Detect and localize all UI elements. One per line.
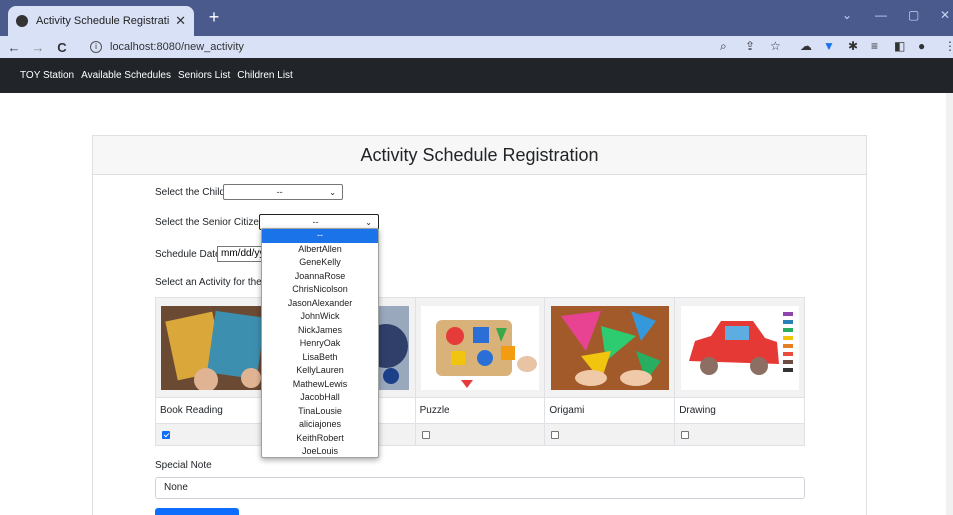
site-info-icon[interactable]: i bbox=[90, 41, 102, 53]
special-note-input[interactable]: None bbox=[155, 477, 805, 499]
zoom-icon[interactable]: ⌕ bbox=[720, 39, 727, 54]
senior-option[interactable]: LisaBeth bbox=[262, 351, 378, 365]
activity-checkbox[interactable] bbox=[421, 430, 430, 439]
activity-name-row: Book Reading Puzzle Origami Drawing bbox=[155, 397, 805, 424]
nav-link-available-schedules[interactable]: Available Schedules bbox=[81, 70, 171, 81]
scrollbar-track[interactable] bbox=[946, 93, 953, 515]
nav-link-children-list[interactable]: Children List bbox=[237, 70, 293, 81]
senior-dropdown-list[interactable]: -- AlbertAllen GeneKelly JoannaRose ChrisNic… bbox=[261, 228, 379, 458]
activity-cell bbox=[674, 297, 805, 398]
share-icon[interactable]: ⇪ bbox=[745, 39, 755, 53]
senior-option[interactable]: JohnWick bbox=[262, 310, 378, 324]
senior-option[interactable]: ChrisNicolson bbox=[262, 283, 378, 297]
new-tab-button[interactable]: + bbox=[204, 6, 224, 30]
senior-option[interactable]: -- bbox=[262, 229, 378, 243]
activity-name: Puzzle bbox=[414, 397, 546, 424]
reload-button[interactable]: C bbox=[52, 40, 72, 55]
child-label: Select the Child bbox=[155, 187, 226, 198]
puzzle-image bbox=[420, 305, 539, 390]
tab-title: Activity Schedule Registration bbox=[36, 15, 170, 27]
chevron-down-icon: ⌄ bbox=[365, 217, 372, 227]
activity-table: Book Reading Puzzle Origami Drawing bbox=[155, 297, 805, 446]
submit-button[interactable] bbox=[155, 508, 239, 515]
browser-tab[interactable]: Activity Schedule Registration ✕ bbox=[8, 6, 194, 36]
senior-option[interactable]: NickJames bbox=[262, 324, 378, 338]
chevron-down-icon: ⌄ bbox=[329, 187, 336, 197]
activity-name: Origami bbox=[544, 397, 676, 424]
address-bar[interactable]: i localhost:8080/new_activity bbox=[90, 38, 740, 56]
url-text: localhost:8080/new_activity bbox=[110, 41, 244, 53]
menu-kebab-icon[interactable]: ⋮ bbox=[944, 39, 953, 53]
back-button[interactable]: ← bbox=[4, 40, 24, 55]
app-navbar: TOY Station Available Schedules Seniors … bbox=[0, 58, 953, 93]
profile-avatar-icon[interactable]: ● bbox=[918, 39, 925, 53]
senior-option[interactable]: KellyLauren bbox=[262, 364, 378, 378]
tab-search-icon[interactable]: ⌄ bbox=[842, 8, 852, 22]
nav-link-seniors-list[interactable]: Seniors List bbox=[178, 70, 230, 81]
side-panel-icon[interactable]: ◧ bbox=[894, 39, 905, 53]
senior-option[interactable]: JoeLouis bbox=[262, 445, 378, 457]
activity-checkbox[interactable] bbox=[162, 430, 170, 439]
forward-button[interactable]: → bbox=[28, 40, 48, 55]
activity-cell bbox=[414, 297, 546, 398]
navbar-brand[interactable]: TOY Station bbox=[20, 70, 74, 81]
senior-option[interactable]: MathewLewis bbox=[262, 378, 378, 392]
activity-image-row bbox=[155, 297, 805, 398]
activity-name: Drawing bbox=[674, 397, 805, 424]
maximize-button[interactable]: ▢ bbox=[908, 8, 919, 22]
activity-checkbox[interactable] bbox=[681, 430, 690, 439]
senior-option[interactable]: AlbertAllen bbox=[262, 243, 378, 257]
reading-list-icon[interactable]: ≡ bbox=[871, 39, 878, 53]
activity-checkbox[interactable] bbox=[551, 430, 560, 439]
vpn-extension-icon[interactable]: ▼ bbox=[823, 39, 835, 53]
schedule-date-input[interactable]: mm/dd/yy bbox=[217, 246, 267, 262]
activity-label: Select an Activity for the bbox=[155, 277, 262, 288]
senior-select-value: -- bbox=[312, 217, 319, 227]
senior-option[interactable]: JasonAlexander bbox=[262, 297, 378, 311]
senior-label: Select the Senior Citizen bbox=[155, 217, 265, 228]
extensions-puzzle-icon[interactable]: ✱ bbox=[848, 39, 858, 53]
activity-cell bbox=[544, 297, 676, 398]
senior-option[interactable]: KeithRobert bbox=[262, 432, 378, 446]
origami-image bbox=[550, 305, 669, 390]
activity-checkbox-row bbox=[155, 423, 805, 446]
bookmark-star-icon[interactable]: ☆ bbox=[770, 39, 781, 53]
close-window-button[interactable]: ✕ bbox=[940, 8, 950, 22]
child-select-value: -- bbox=[276, 187, 283, 197]
drawing-image bbox=[680, 305, 799, 390]
globe-icon bbox=[16, 15, 28, 27]
tab-close-icon[interactable]: ✕ bbox=[175, 13, 186, 29]
senior-option[interactable]: JoannaRose bbox=[262, 270, 378, 284]
senior-option[interactable]: JacobHall bbox=[262, 391, 378, 405]
senior-option[interactable]: HenryOak bbox=[262, 337, 378, 351]
minimize-button[interactable]: — bbox=[875, 8, 887, 22]
cloud-extension-icon[interactable]: ☁ bbox=[800, 39, 812, 53]
special-note-label: Special Note bbox=[155, 460, 212, 471]
page-title: Activity Schedule Registration bbox=[93, 136, 866, 175]
browser-tabstrip: Activity Schedule Registration ✕ + ⌄ — ▢… bbox=[0, 0, 953, 36]
senior-option[interactable]: aliciajones bbox=[262, 418, 378, 432]
child-select[interactable]: -- ⌄ bbox=[223, 184, 343, 200]
senior-option[interactable]: GeneKelly bbox=[262, 256, 378, 270]
senior-option[interactable]: TinaLousie bbox=[262, 405, 378, 419]
schedule-date-label: Schedule Date bbox=[155, 249, 221, 260]
